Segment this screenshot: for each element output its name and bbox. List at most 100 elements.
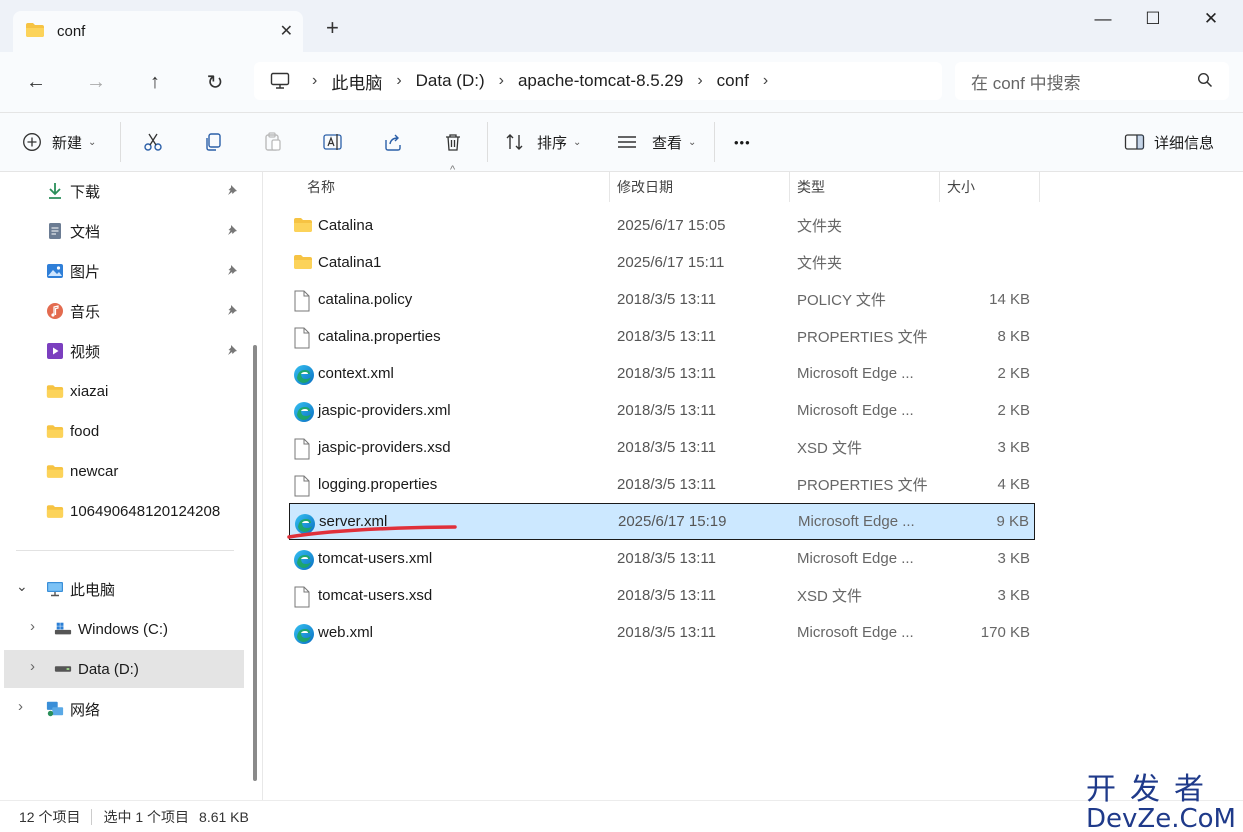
address-bar[interactable]: › 此电脑 › Data (D:) › apache-tomcat-8.5.29… bbox=[254, 62, 942, 100]
new-button[interactable]: 新建 ⌄ bbox=[22, 128, 96, 156]
table-row[interactable]: catalina.policy 2018/3/5 13:11 POLICY 文件 14… bbox=[289, 281, 1035, 318]
sidebar-item-folder-number[interactable]: 106490648120124208 bbox=[4, 492, 244, 530]
share-button[interactable] bbox=[380, 128, 406, 156]
sidebar-item-drive-c[interactable]: › Windows (C:) bbox=[4, 610, 244, 648]
pictures-icon bbox=[46, 262, 64, 280]
drive-icon bbox=[54, 660, 72, 678]
edge-icon bbox=[293, 549, 314, 570]
file-date: 2018/3/5 13:11 bbox=[617, 402, 716, 419]
breadcrumb-this-pc[interactable]: 此电脑 bbox=[331, 69, 382, 94]
breadcrumb-conf[interactable]: conf bbox=[717, 71, 749, 91]
expand-chevron-icon[interactable]: › bbox=[30, 618, 35, 635]
column-header-date[interactable]: 修改日期 bbox=[617, 172, 787, 202]
table-row[interactable]: tomcat-users.xsd 2018/3/5 13:11 XSD 文件 3 KB bbox=[289, 577, 1035, 614]
sidebar-item-pictures[interactable]: 图片 bbox=[4, 252, 244, 290]
column-divider[interactable] bbox=[789, 172, 790, 202]
table-row[interactable]: logging.properties 2018/3/5 13:11 PROPERTI… bbox=[289, 466, 1035, 503]
sort-button[interactable]: 排序 ⌄ bbox=[505, 128, 581, 156]
copy-button[interactable] bbox=[200, 128, 226, 156]
table-row[interactable]: web.xml 2018/3/5 13:11 Microsoft Edge ... 1… bbox=[289, 614, 1035, 651]
file-type: XSD 文件 bbox=[797, 588, 863, 605]
breadcrumb-chevron[interactable]: › bbox=[763, 72, 768, 90]
new-tab-button[interactable]: + bbox=[326, 15, 339, 41]
sidebar-item-this-pc[interactable]: ⌄ 此电脑 bbox=[4, 570, 244, 608]
folder-icon bbox=[293, 254, 313, 274]
sidebar-item-drive-d[interactable]: › Data (D:) bbox=[4, 650, 244, 688]
sidebar-item-downloads[interactable]: 下载 bbox=[4, 172, 244, 210]
column-header-type[interactable]: 类型 bbox=[797, 172, 937, 202]
details-pane-button[interactable]: 详细信息 bbox=[1124, 128, 1214, 156]
rename-button[interactable] bbox=[320, 128, 346, 156]
network-icon bbox=[46, 700, 64, 718]
table-row[interactable]: tomcat-users.xml 2018/3/5 13:11 Microsoft … bbox=[289, 540, 1035, 577]
breadcrumb-tomcat[interactable]: apache-tomcat-8.5.29 bbox=[518, 71, 683, 91]
document-icon bbox=[46, 222, 64, 240]
column-divider[interactable] bbox=[1039, 172, 1040, 202]
sidebar-item-label: 此电脑 bbox=[70, 581, 116, 599]
pin-icon bbox=[226, 344, 238, 359]
refresh-button[interactable]: ↻ bbox=[203, 70, 227, 94]
navigation-pane: 下载 文档 图片 音乐 视频 xiazai food newcar 106490… bbox=[0, 172, 262, 800]
file-size: 14 KB bbox=[989, 291, 1030, 308]
close-tab-icon[interactable]: ✕ bbox=[280, 21, 293, 41]
watermark-line1: 开发者 bbox=[1086, 772, 1218, 807]
edge-icon bbox=[293, 401, 314, 422]
details-label: 详细信息 bbox=[1154, 134, 1215, 152]
computer-icon bbox=[270, 72, 290, 90]
column-date-label: 修改日期 bbox=[617, 179, 673, 195]
download-icon bbox=[46, 182, 64, 200]
forward-button[interactable]: → bbox=[84, 70, 108, 94]
details-pane-icon bbox=[1124, 134, 1145, 150]
table-row[interactable]: jaspic-providers.xml 2018/3/5 13:11 Micros… bbox=[289, 392, 1035, 429]
column-header-name[interactable]: 名称 bbox=[307, 172, 607, 202]
table-row[interactable]: context.xml 2018/3/5 13:11 Microsoft Edge … bbox=[289, 355, 1035, 392]
sidebar-item-food[interactable]: food bbox=[4, 412, 244, 450]
view-lines-icon bbox=[618, 136, 636, 148]
up-button[interactable]: ↑ bbox=[143, 70, 167, 94]
pin-icon bbox=[226, 224, 238, 239]
table-row[interactable]: jaspic-providers.xsd 2018/3/5 13:11 XSD 文件… bbox=[289, 429, 1035, 466]
sidebar-item-network[interactable]: › 网络 bbox=[4, 690, 244, 728]
column-divider[interactable] bbox=[609, 172, 610, 202]
pane-divider[interactable] bbox=[262, 172, 263, 800]
column-divider[interactable] bbox=[939, 172, 940, 202]
file-size: 3 KB bbox=[997, 550, 1030, 567]
close-window-button[interactable]: ✕ bbox=[1188, 6, 1234, 32]
selection-count: 选中 1 个项目 bbox=[103, 808, 190, 825]
sidebar-item-music[interactable]: 音乐 bbox=[4, 292, 244, 330]
cut-button[interactable] bbox=[140, 128, 166, 156]
sidebar-item-documents[interactable]: 文档 bbox=[4, 212, 244, 250]
file-type: 文件夹 bbox=[797, 218, 843, 235]
search-input[interactable]: 在 conf 中搜索 bbox=[955, 62, 1229, 100]
maximize-button[interactable]: ☐ bbox=[1130, 6, 1176, 32]
more-options-button[interactable]: ••• bbox=[734, 128, 751, 156]
sidebar-item-newcar[interactable]: newcar bbox=[4, 452, 244, 490]
collapse-chevron-icon[interactable]: ⌄ bbox=[16, 578, 28, 595]
tab-title: conf bbox=[57, 23, 86, 40]
paste-button[interactable] bbox=[260, 128, 286, 156]
file-size: 3 KB bbox=[997, 587, 1030, 604]
table-row[interactable]: Catalina 2025/6/17 15:05 文件夹 bbox=[289, 207, 1035, 244]
expand-chevron-icon[interactable]: › bbox=[18, 698, 23, 715]
minimize-button[interactable]: — bbox=[1080, 6, 1126, 32]
table-row[interactable]: catalina.properties 2018/3/5 13:11 PROPERT… bbox=[289, 318, 1035, 355]
file-date: 2018/3/5 13:11 bbox=[617, 439, 716, 456]
file-date: 2018/3/5 13:11 bbox=[617, 291, 716, 308]
column-header-size[interactable]: 大小 bbox=[947, 172, 1037, 202]
delete-button[interactable] bbox=[440, 128, 466, 156]
sidebar-scrollbar[interactable] bbox=[253, 345, 257, 781]
file-type: 文件夹 bbox=[797, 255, 843, 272]
status-bar: 12 个项目 选中 1 个项目 8.61 KB bbox=[0, 800, 1243, 832]
expand-chevron-icon[interactable]: › bbox=[30, 658, 35, 675]
tab-conf[interactable]: conf ✕ bbox=[13, 11, 303, 52]
breadcrumb-chevron: › bbox=[498, 72, 504, 89]
sidebar-item-xiazai[interactable]: xiazai bbox=[4, 372, 244, 410]
edge-icon bbox=[293, 364, 314, 385]
sort-ascending-icon: ^ bbox=[450, 164, 456, 176]
breadcrumb-data-d[interactable]: Data (D:) bbox=[416, 71, 485, 91]
table-row[interactable]: Catalina1 2025/6/17 15:11 文件夹 bbox=[289, 244, 1035, 281]
view-button[interactable]: 查看 ⌄ bbox=[616, 128, 696, 156]
computer-icon bbox=[46, 580, 64, 598]
back-button[interactable]: ← bbox=[24, 70, 48, 94]
sidebar-item-videos[interactable]: 视频 bbox=[4, 332, 244, 370]
